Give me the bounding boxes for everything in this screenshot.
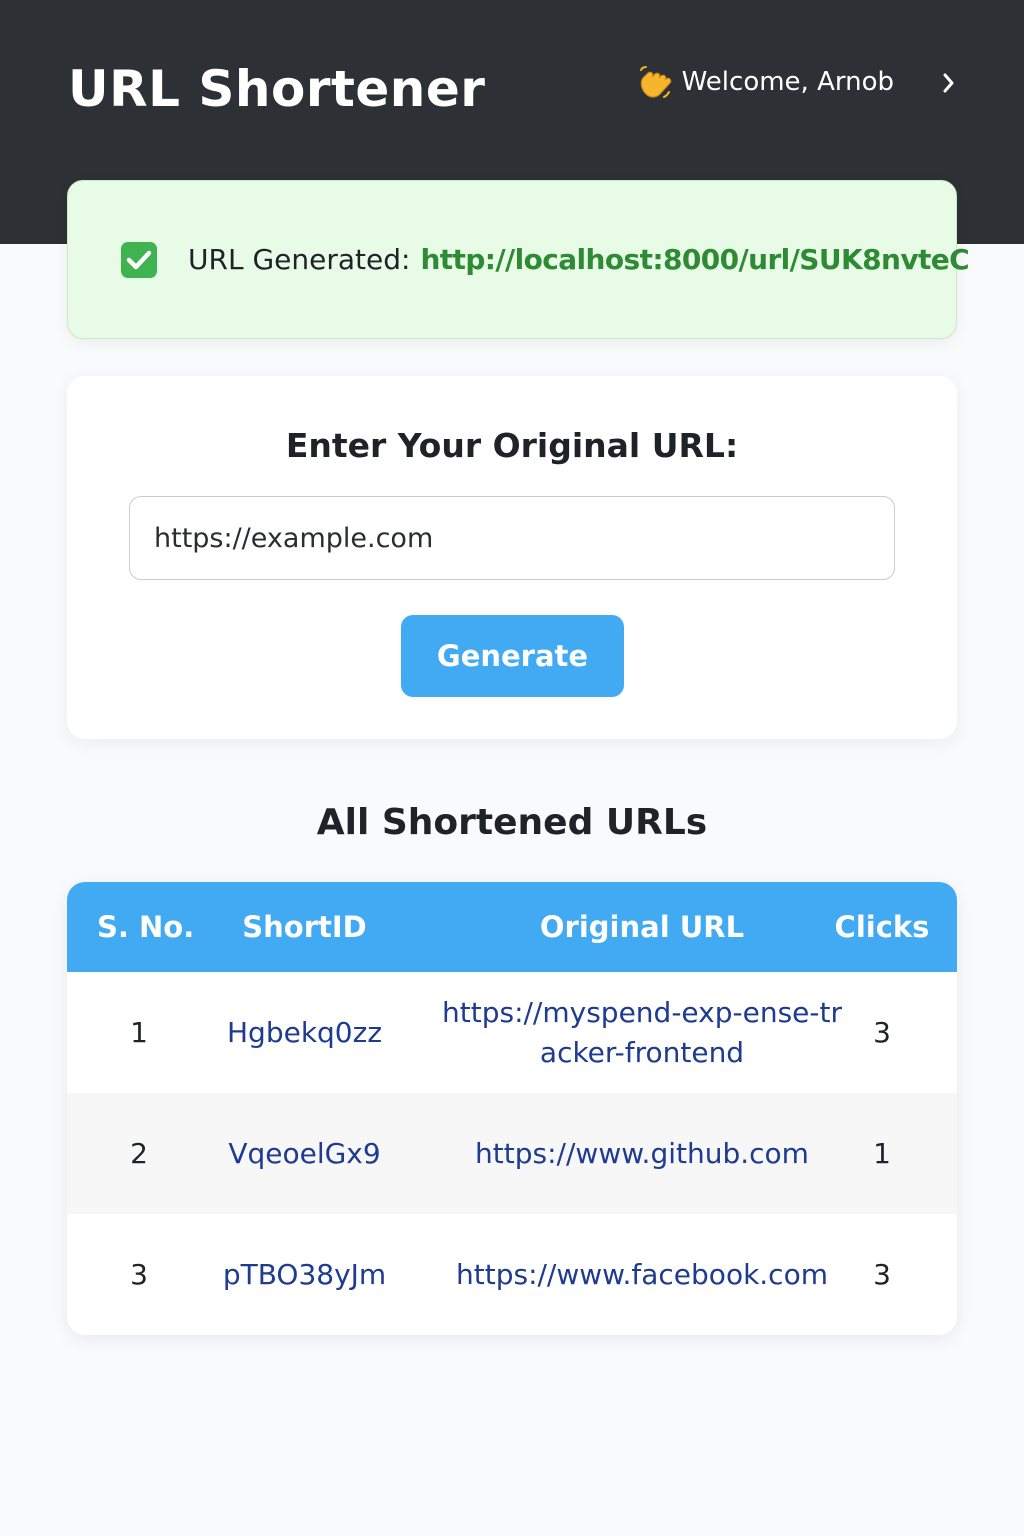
column-header-sno: S. No. [97,910,195,944]
table-row: 2 VqeoelGx9 https://www.github.com 1 [67,1093,957,1214]
column-header-original-url: Original URL [539,910,745,944]
url-form-card: Enter Your Original URL: Generate [67,376,957,739]
row-original-url-link[interactable]: https://www.github.com [442,1093,842,1214]
list-title: All Shortened URLs [316,802,708,843]
success-label: URL Generated: [188,243,411,276]
row-sno: 2 [130,1137,148,1170]
row-short-id-link[interactable]: pTBO38yJm [207,1214,402,1335]
row-sno: 3 [130,1258,148,1291]
row-short-id-link[interactable]: Hgbekq0zz [207,972,402,1093]
row-original-url-link[interactable]: https://www.facebook.com [442,1214,842,1335]
page: URL Shortener Welcome, Arnob URL Generat… [0,0,1024,1536]
welcome-text: Welcome, Arnob [681,67,894,97]
check-icon [120,241,158,279]
generate-button[interactable]: Generate [401,615,624,697]
urls-table: S. No. ShortID Original URL Clicks 1 Hgb… [67,882,957,1335]
row-clicks: 3 [873,1016,891,1049]
waving-hand-icon [638,64,672,100]
row-sno: 1 [130,1016,148,1049]
row-original-url-link[interactable]: https://myspend-exp-ense-tracker-fronten… [442,972,842,1093]
user-menu[interactable]: Welcome, Arnob [638,62,956,102]
row-short-id-link[interactable]: VqeoelGx9 [207,1093,402,1214]
original-url-input[interactable] [129,496,895,580]
form-title: Enter Your Original URL: [285,426,739,465]
table-header: S. No. ShortID Original URL Clicks [67,882,957,972]
chevron-right-icon[interactable] [942,71,956,93]
app-title: URL Shortener [68,60,486,118]
row-clicks: 3 [873,1258,891,1291]
table-row: 3 pTBO38yJm https://www.facebook.com 3 [67,1214,957,1335]
column-header-shortid: ShortID [242,910,367,944]
success-alert: URL Generated: http://localhost:8000/url… [67,180,970,339]
table-row: 1 Hgbekq0zz https://myspend-exp-ense-tra… [67,972,957,1093]
column-header-clicks: Clicks [834,910,930,944]
row-clicks: 1 [873,1137,891,1170]
generated-url-link[interactable]: http://localhost:8000/url/SUK8nvteC [420,243,969,276]
